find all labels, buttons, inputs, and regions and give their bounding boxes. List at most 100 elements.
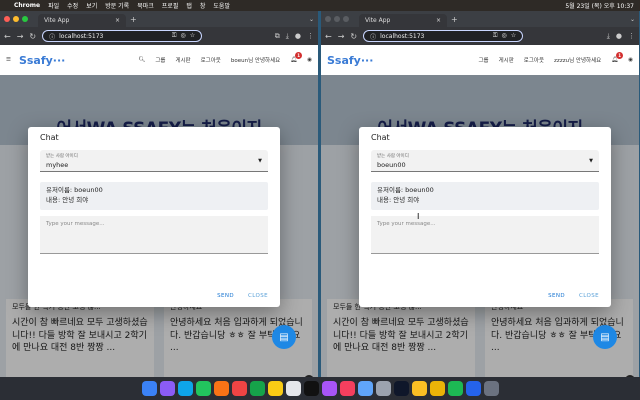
select-value: boeun00 xyxy=(377,161,406,169)
reload-icon[interactable]: ↻ xyxy=(350,32,357,41)
account-icon[interactable]: ◉ xyxy=(628,57,633,63)
chat-icon: ▤ xyxy=(600,331,610,343)
chat-fab-button[interactable]: ▤ xyxy=(593,325,617,349)
notification-badge: 1 xyxy=(616,52,624,59)
music-icon[interactable] xyxy=(339,381,355,396)
close-tab-icon[interactable]: × xyxy=(436,17,441,24)
site-info-icon[interactable]: ⓘ xyxy=(49,32,55,41)
forward-icon[interactable]: → xyxy=(17,32,24,41)
notes-icon[interactable] xyxy=(267,381,283,396)
menu-item-view[interactable]: 보기 xyxy=(86,1,97,10)
tab-bar: Vite App × + ⌄ xyxy=(321,11,639,27)
vscode-icon[interactable] xyxy=(465,381,481,396)
back-icon[interactable]: ← xyxy=(325,32,332,41)
messages-icon[interactable] xyxy=(195,381,211,396)
settings-icon[interactable] xyxy=(375,381,391,396)
appletv-icon[interactable] xyxy=(303,381,319,396)
dropdown-arrow-icon[interactable]: ▼ xyxy=(589,158,593,164)
menu-item-file[interactable]: 파일 xyxy=(48,1,59,10)
extensions-icon[interactable]: ⧉ xyxy=(275,32,280,41)
address-bar[interactable]: ⓘ localhost:5173 ⚿ ◎ ☆ xyxy=(42,30,203,42)
nav-groups[interactable]: 그룹 xyxy=(478,56,488,64)
forward-icon[interactable]: → xyxy=(338,32,345,41)
tab-search-icon[interactable]: ⌄ xyxy=(630,16,635,23)
macos-dock xyxy=(0,377,640,400)
reload-icon[interactable]: ↻ xyxy=(29,32,36,41)
eye-off-icon[interactable]: ◎ xyxy=(501,32,506,40)
notification-bell-icon[interactable]: 🔔︎ 1 xyxy=(290,52,303,63)
trash-icon[interactable] xyxy=(483,381,499,396)
hamburger-menu-icon[interactable]: ☰ xyxy=(6,57,11,63)
safari-icon[interactable] xyxy=(177,381,193,396)
menubar-clock[interactable]: 5월 23일 (목) 오후 10:37 xyxy=(565,1,634,10)
download-icon[interactable]: ⤓ xyxy=(286,32,289,41)
appstore-icon[interactable] xyxy=(357,381,373,396)
profile-icon[interactable]: ● xyxy=(616,32,622,41)
tab-bar: Vite App × + ⌄ xyxy=(0,11,318,27)
new-tab-icon[interactable]: + xyxy=(451,15,458,24)
menu-item-help[interactable]: 도움말 xyxy=(213,1,230,10)
profile-icon[interactable]: ● xyxy=(295,32,301,41)
site-info-icon[interactable]: ⓘ xyxy=(370,32,376,41)
message-input[interactable]: Type your message... xyxy=(40,215,268,254)
chat-icon: ▤ xyxy=(279,331,289,343)
chat-dialog: Chat 받는 사람 아이디 myhee ▼ 유저이름: boeun00 내용:… xyxy=(28,127,280,307)
window-controls[interactable] xyxy=(4,16,28,22)
send-button[interactable]: SEND xyxy=(548,293,565,299)
chat-message: 유저이름: boeun00 내용: 안녕 희야 xyxy=(40,182,268,210)
nav-board[interactable]: 게시판 xyxy=(499,56,514,64)
menu-item-window[interactable]: 창 xyxy=(200,1,206,10)
window-controls[interactable] xyxy=(325,16,349,22)
recipient-select[interactable]: 받는 사람 아이디 boeun00 ▼ xyxy=(371,150,599,172)
account-icon[interactable]: ◉ xyxy=(307,57,312,63)
kakaotalk-icon[interactable] xyxy=(411,381,427,396)
nav-board[interactable]: 게시판 xyxy=(175,56,190,64)
menubar-app-name[interactable]: Chrome xyxy=(14,2,40,9)
menu-item-profile[interactable]: 프로필 xyxy=(162,1,179,10)
browser-tab[interactable]: Vite App × xyxy=(359,14,447,27)
nav-logout[interactable]: 로그아웃 xyxy=(201,56,221,64)
bookmark-star-icon[interactable]: ☆ xyxy=(511,32,516,40)
nav-logout[interactable]: 로그아웃 xyxy=(524,56,544,64)
notification-bell-icon[interactable]: 🔔︎ 1 xyxy=(611,52,624,63)
dropdown-arrow-icon[interactable]: ▼ xyxy=(258,158,262,164)
tab-search-icon[interactable]: ⌄ xyxy=(309,16,314,23)
site-logo[interactable]: Ssafy··· xyxy=(327,54,373,67)
browser-menu-icon[interactable]: ⋮ xyxy=(307,32,314,41)
calendar-icon[interactable] xyxy=(231,381,247,396)
browser-menu-icon[interactable]: ⋮ xyxy=(628,32,635,41)
podcasts-icon[interactable] xyxy=(321,381,337,396)
facetime-icon[interactable] xyxy=(249,381,265,396)
terminal-icon[interactable] xyxy=(393,381,409,396)
close-button[interactable]: CLOSE xyxy=(579,293,599,299)
photos-icon[interactable] xyxy=(213,381,229,396)
menu-item-edit[interactable]: 수정 xyxy=(67,1,78,10)
recipient-select[interactable]: 받는 사람 아이디 myhee ▼ xyxy=(40,150,268,172)
address-bar[interactable]: ⓘ localhost:5173 ⚿ ◎ ☆ xyxy=(363,30,524,42)
bookmark-star-icon[interactable]: ☆ xyxy=(190,32,195,40)
nav-groups[interactable]: 그룹 xyxy=(155,56,165,64)
address-toolbar: ← → ↻ ⓘ localhost:5173 ⚿ ◎ ☆ ⤓ ● ⋮ xyxy=(321,27,639,45)
search-icon[interactable]: 🔍︎ xyxy=(138,57,145,63)
launchpad-icon[interactable] xyxy=(159,381,175,396)
finder-icon[interactable] xyxy=(141,381,157,396)
site-logo[interactable]: Ssafy··· xyxy=(19,54,65,67)
message-input[interactable]: Type your message... xyxy=(371,215,599,254)
back-icon[interactable]: ← xyxy=(4,32,11,41)
new-tab-icon[interactable]: + xyxy=(130,15,137,24)
key-icon[interactable]: ⚿ xyxy=(172,32,177,40)
menu-item-bookmarks[interactable]: 북마크 xyxy=(137,1,154,10)
browser-tab[interactable]: Vite App × xyxy=(38,14,126,27)
close-tab-icon[interactable]: × xyxy=(115,17,120,24)
download-icon[interactable]: ⤓ xyxy=(607,32,610,41)
chat-fab-button[interactable]: ▤ xyxy=(272,325,296,349)
menu-item-history[interactable]: 방문 기록 xyxy=(105,1,129,10)
chrome-icon[interactable] xyxy=(429,381,445,396)
send-button[interactable]: SEND xyxy=(217,293,234,299)
key-icon[interactable]: ⚿ xyxy=(493,32,498,40)
close-button[interactable]: CLOSE xyxy=(248,293,268,299)
menu-item-tab[interactable]: 탭 xyxy=(186,1,192,10)
eye-off-icon[interactable]: ◎ xyxy=(180,32,185,40)
spotify-icon[interactable] xyxy=(447,381,463,396)
reminders-icon[interactable] xyxy=(285,381,301,396)
